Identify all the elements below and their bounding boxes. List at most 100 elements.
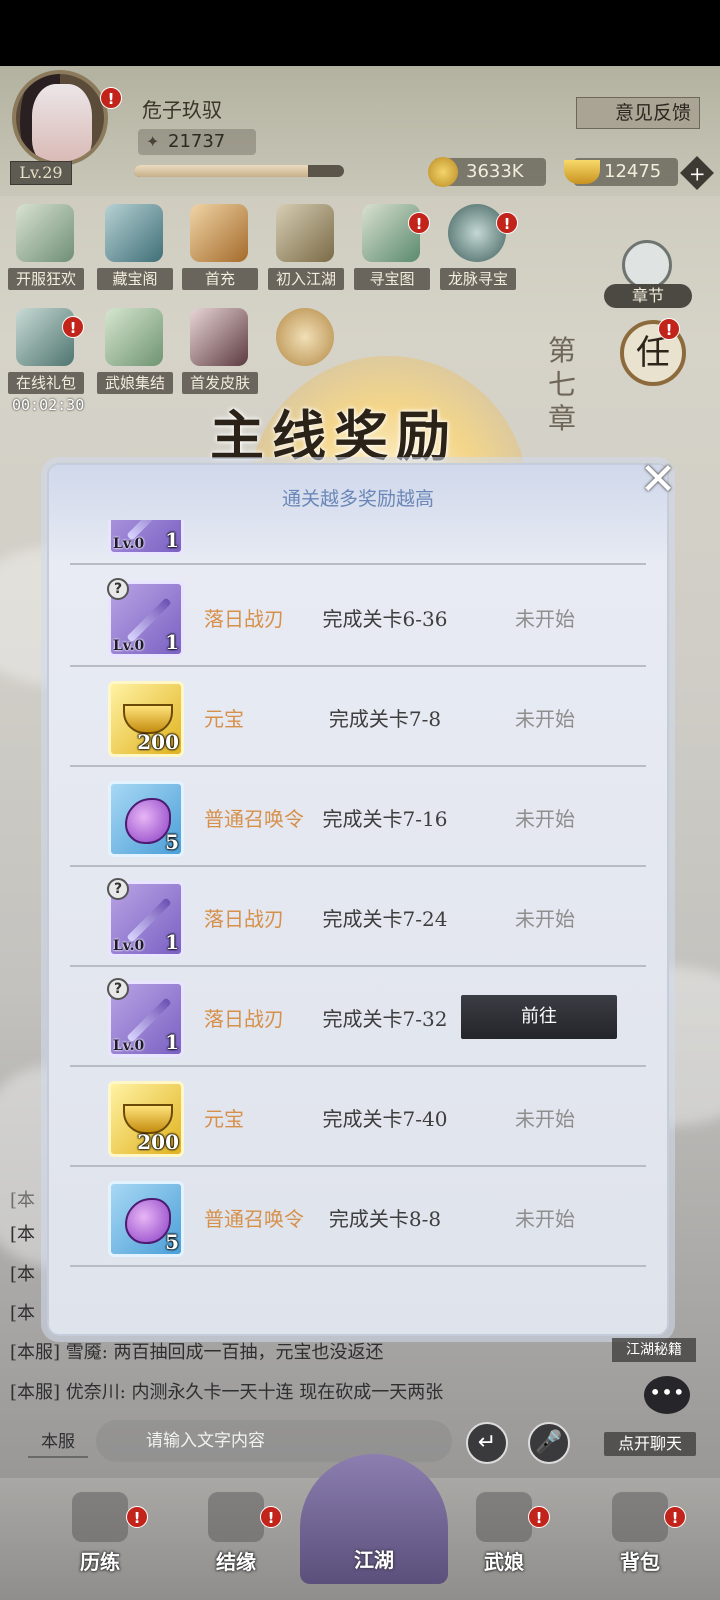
nav-lilian[interactable]: 历练 bbox=[50, 1486, 150, 1586]
reward-status: 未开始 bbox=[515, 807, 575, 831]
character-portrait-icon bbox=[190, 308, 248, 366]
reward-item-icon[interactable]: 5 bbox=[108, 781, 184, 857]
microphone-icon[interactable]: 🎤 bbox=[528, 1422, 570, 1464]
status-bar bbox=[0, 0, 720, 66]
reward-row: ? Lv.0 1 落日战刃 完成关卡7-24 未开始 bbox=[70, 867, 646, 967]
event-wuniang-jijie[interactable]: 武娘集结 bbox=[97, 308, 173, 404]
info-icon[interactable]: ? bbox=[107, 578, 129, 600]
reward-list[interactable]: Lv.0 1 ? Lv.0 1 落日战刃 完成关卡6-36 未开始 200 元宝… bbox=[70, 520, 646, 1277]
event-first-recharge[interactable]: 首充 bbox=[182, 204, 258, 300]
player-name: 危子玖驭 bbox=[142, 98, 222, 122]
nav-lilian-badge: ! bbox=[126, 1506, 148, 1528]
reward-condition: 完成关卡7-24 bbox=[322, 907, 448, 931]
chapter-label: 章节 bbox=[604, 284, 692, 308]
gift-box-icon bbox=[190, 204, 248, 262]
tile-icon bbox=[208, 1492, 264, 1542]
yinyang-box-icon bbox=[276, 204, 334, 262]
chapter-button[interactable]: 章节 bbox=[600, 240, 696, 312]
nav-beibao[interactable]: 背包 bbox=[590, 1486, 690, 1586]
compass-icon bbox=[448, 204, 506, 262]
reward-row: ? Lv.0 1 落日战刃 完成关卡7-32 前往 bbox=[70, 967, 646, 1067]
reward-row: 200 元宝 完成关卡7-8 未开始 bbox=[70, 667, 646, 767]
nav-wuniang-badge: ! bbox=[528, 1506, 550, 1528]
reward-item-icon[interactable]: ? Lv.0 1 bbox=[107, 878, 184, 957]
reward-item-icon[interactable]: Lv.0 1 bbox=[108, 520, 184, 555]
online-gift-badge: ! bbox=[62, 316, 84, 338]
combat-power-value: 21737 bbox=[168, 131, 226, 152]
event-cangbaoge[interactable]: 藏宝阁 bbox=[97, 204, 173, 300]
reward-condition: 完成关卡7-40 bbox=[322, 1107, 448, 1131]
nav-jieyuan-badge: ! bbox=[260, 1506, 282, 1528]
reward-item-icon[interactable]: ? Lv.0 1 bbox=[107, 578, 184, 657]
reward-status: 未开始 bbox=[515, 607, 575, 631]
chat-bubble-icon: ••• bbox=[644, 1376, 690, 1414]
reward-status: 未开始 bbox=[515, 1107, 575, 1131]
treasure-map-badge: ! bbox=[408, 212, 430, 234]
reward-item-icon[interactable]: 200 bbox=[108, 1081, 184, 1157]
chapter-side-text: 第七章 bbox=[548, 334, 577, 435]
token-icon bbox=[105, 308, 163, 366]
reward-condition: 完成关卡7-16 bbox=[322, 807, 448, 831]
reward-item-icon[interactable]: ? Lv.0 1 bbox=[107, 978, 184, 1057]
chat-line-partial: [本 bbox=[10, 1190, 36, 1211]
reward-condition: 完成关卡6-36 bbox=[322, 607, 448, 631]
reward-condition: 完成关卡7-32 bbox=[322, 1007, 448, 1031]
reward-status: 未开始 bbox=[515, 707, 575, 731]
combat-power: ✦ 21737 bbox=[138, 129, 256, 155]
longmai-badge: ! bbox=[496, 212, 518, 234]
event-first-skin[interactable]: 首发皮肤 bbox=[182, 308, 258, 404]
jianghu-secret-button[interactable]: 江湖秘籍 bbox=[612, 1338, 696, 1362]
reward-item-name: 普通召唤令 bbox=[204, 1207, 304, 1231]
open-chat-button[interactable]: ••• 点开聊天 bbox=[604, 1376, 696, 1460]
close-button[interactable]: ✕ bbox=[636, 458, 680, 502]
player-avatar[interactable] bbox=[12, 70, 108, 166]
reward-item-name: 落日战刃 bbox=[204, 907, 284, 931]
reward-item-name: 普通召唤令 bbox=[204, 807, 304, 831]
event-churu-jianghu[interactable]: 初入江湖 bbox=[268, 204, 344, 300]
go-button[interactable]: 前往 bbox=[461, 995, 617, 1039]
feedback-button[interactable]: 意见反馈 bbox=[576, 97, 700, 129]
gold-resource: 3633K bbox=[428, 157, 546, 187]
chat-line-partial: [本 bbox=[10, 1224, 36, 1245]
player-level: Lv.29 bbox=[10, 161, 72, 185]
reward-item-name: 落日战刃 bbox=[204, 607, 284, 631]
reward-item-icon[interactable]: 200 bbox=[108, 681, 184, 757]
mountain-icon bbox=[622, 240, 672, 290]
reward-status: 未开始 bbox=[515, 1207, 575, 1231]
info-icon[interactable]: ? bbox=[107, 978, 129, 1000]
reward-status: 未开始 bbox=[515, 907, 575, 931]
reward-row-partial: Lv.0 1 bbox=[70, 520, 646, 565]
reward-item-name: 元宝 bbox=[204, 1107, 244, 1131]
online-gift-timer: 00:02:30 bbox=[12, 396, 85, 414]
reward-item-icon[interactable]: 5 bbox=[108, 1181, 184, 1257]
task-side-badge: ! bbox=[658, 318, 680, 340]
reward-row: 5 普通召唤令 完成关卡8-8 未开始 bbox=[70, 1167, 646, 1267]
ingot-resource: 12475 bbox=[564, 158, 678, 186]
reward-row: 200 元宝 完成关卡7-40 未开始 bbox=[70, 1067, 646, 1167]
chest-icon bbox=[16, 308, 74, 366]
chat-channel-tab[interactable]: 本服 bbox=[28, 1428, 88, 1458]
reward-condition: 完成关卡7-8 bbox=[328, 707, 442, 731]
xp-bar bbox=[134, 165, 344, 177]
info-icon[interactable]: ? bbox=[107, 878, 129, 900]
feedback-label: 意见反馈 bbox=[614, 102, 691, 124]
dialog-subtitle: 通关越多奖励越高 bbox=[281, 488, 434, 510]
enter-icon[interactable]: ↵ bbox=[466, 1422, 508, 1464]
treasure-map-icon bbox=[362, 204, 420, 262]
cloud-icon bbox=[72, 1492, 128, 1542]
reward-condition: 完成关卡8-8 bbox=[328, 1207, 442, 1231]
chat-input[interactable]: 请输入文字内容 bbox=[96, 1420, 452, 1462]
gift-bag-icon bbox=[276, 308, 334, 366]
reward-item-name: 元宝 bbox=[204, 707, 244, 731]
gold-coin-icon bbox=[428, 157, 458, 187]
event-kaifu-kuanghuan[interactable]: 开服狂欢 bbox=[8, 204, 84, 300]
gold-value: 3633K bbox=[466, 161, 524, 182]
backpack-icon bbox=[612, 1492, 668, 1542]
chat-line-partial: [本 bbox=[10, 1303, 36, 1324]
pavilion-icon bbox=[105, 204, 163, 262]
power-icon: ✦ bbox=[146, 132, 160, 151]
open-chat-label: 点开聊天 bbox=[604, 1432, 696, 1456]
ingot-value: 12475 bbox=[604, 161, 662, 182]
nav-jieyuan[interactable]: 结缘 bbox=[186, 1486, 286, 1586]
nav-wuniang[interactable]: 武娘 bbox=[454, 1486, 554, 1586]
